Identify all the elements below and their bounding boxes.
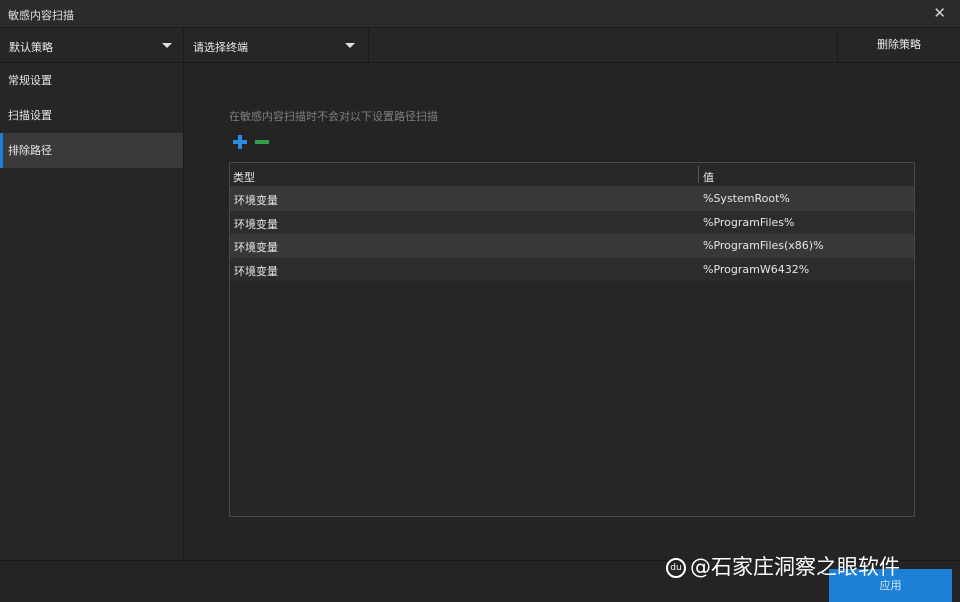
table-row[interactable]: 环境变量 %ProgramW6432% (230, 257, 914, 281)
type-cell: 环境变量 (234, 194, 278, 207)
table-body: 环境变量 %SystemRoot% 环境变量 %ProgramFiles% 环境… (230, 187, 914, 281)
terminal-dropdown[interactable]: 请选择终端 (184, 28, 369, 62)
sidebar-item-general[interactable]: 常规设置 (0, 63, 183, 98)
policy-dropdown[interactable]: 默认策略 (0, 28, 184, 62)
watermark-text: @石家庄洞察之眼软件 (690, 555, 900, 579)
window-title: 敏感内容扫描 (8, 9, 74, 22)
policy-dropdown-value: 默认策略 (9, 41, 53, 54)
title-bar: 敏感内容扫描 ✕ (0, 0, 960, 28)
chevron-down-icon (162, 43, 172, 48)
sidebar-item-label: 排除路径 (8, 144, 52, 157)
watermark-logo-icon: du (666, 558, 686, 578)
value-cell: %ProgramFiles(x86)% (703, 239, 824, 252)
type-cell: 环境变量 (234, 217, 278, 231)
watermark: du @石家庄洞察之眼软件 (666, 552, 900, 582)
exclude-paths-table: 类型 值 环境变量 %SystemRoot% 环境变量 %ProgramFile… (229, 162, 915, 517)
table-header: 类型 值 (230, 163, 914, 187)
terminal-dropdown-value: 请选择终端 (193, 41, 248, 54)
column-divider[interactable] (698, 166, 699, 183)
minus-icon[interactable] (255, 135, 269, 149)
value-cell: %SystemRoot% (703, 192, 790, 205)
table-row[interactable]: 环境变量 %SystemRoot% (230, 187, 914, 211)
column-header-value[interactable]: 值 (703, 169, 714, 185)
sidebar-item-label: 扫描设置 (8, 109, 52, 122)
close-icon[interactable]: ✕ (933, 5, 946, 21)
exclude-hint-text: 在敏感内容扫描时不会对以下设置路径扫描 (229, 110, 438, 123)
type-cell: 环境变量 (234, 241, 278, 254)
chevron-down-icon (345, 43, 355, 48)
delete-policy-button[interactable]: 删除策略 (837, 28, 960, 62)
type-cell: 环境变量 (234, 264, 278, 278)
table-row[interactable]: 环境变量 %ProgramFiles(x86)% (230, 234, 914, 258)
table-row[interactable]: 环境变量 %ProgramFiles% (230, 210, 914, 234)
sidebar-item-label: 常规设置 (8, 74, 52, 87)
toolbar: 默认策略 请选择终端 删除策略 (0, 28, 960, 63)
value-cell: %ProgramFiles% (703, 215, 795, 229)
sidebar-item-exclude-paths[interactable]: 排除路径 (0, 133, 183, 168)
sidebar-item-scan[interactable]: 扫描设置 (0, 98, 183, 133)
sidebar: 常规设置 扫描设置 排除路径 (0, 63, 184, 560)
plus-icon[interactable] (233, 135, 247, 149)
value-cell: %ProgramW6432% (703, 262, 810, 276)
main-panel: 在敏感内容扫描时不会对以下设置路径扫描 类型 值 环境变量 %SystemRoo… (185, 63, 960, 560)
column-header-type[interactable]: 类型 (233, 169, 255, 185)
